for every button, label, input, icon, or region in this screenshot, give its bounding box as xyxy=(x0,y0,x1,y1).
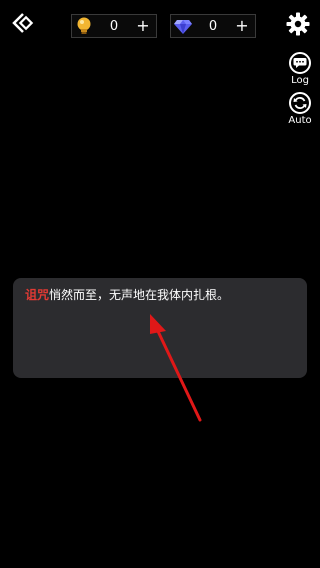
game-screen[interactable]: 0 + 0 + Log Auto 诅咒悄然而至，无声地在我体内扎根。 xyxy=(0,0,320,568)
diamond-currency: 0 + xyxy=(170,14,256,38)
log-button[interactable]: Log xyxy=(287,52,313,92)
gear-icon xyxy=(286,12,310,36)
log-label: Log xyxy=(291,75,309,86)
add-lightbulb-button[interactable]: + xyxy=(134,18,152,34)
dialog-speaker: 诅咒 xyxy=(25,288,50,302)
settings-button[interactable] xyxy=(286,12,310,36)
chat-bubble-icon xyxy=(289,52,311,74)
dialog-line: 悄然而至，无声地在我体内扎根。 xyxy=(49,288,230,302)
lightbulb-currency: 0 + xyxy=(71,14,157,38)
dialog-box[interactable]: 诅咒悄然而至，无声地在我体内扎根。 xyxy=(13,278,307,378)
diamond-count: 0 xyxy=(208,18,218,34)
lightbulb-icon xyxy=(74,16,94,36)
lightbulb-count: 0 xyxy=(109,18,119,34)
dialog-text: 诅咒悄然而至，无声地在我体内扎根。 xyxy=(25,287,295,304)
auto-button[interactable]: Auto xyxy=(287,92,313,132)
back-icon xyxy=(12,13,34,33)
add-diamond-button[interactable]: + xyxy=(233,18,251,34)
refresh-icon xyxy=(289,92,311,114)
diamond-icon xyxy=(173,16,193,36)
auto-label: Auto xyxy=(288,115,312,126)
back-button[interactable] xyxy=(10,10,38,38)
